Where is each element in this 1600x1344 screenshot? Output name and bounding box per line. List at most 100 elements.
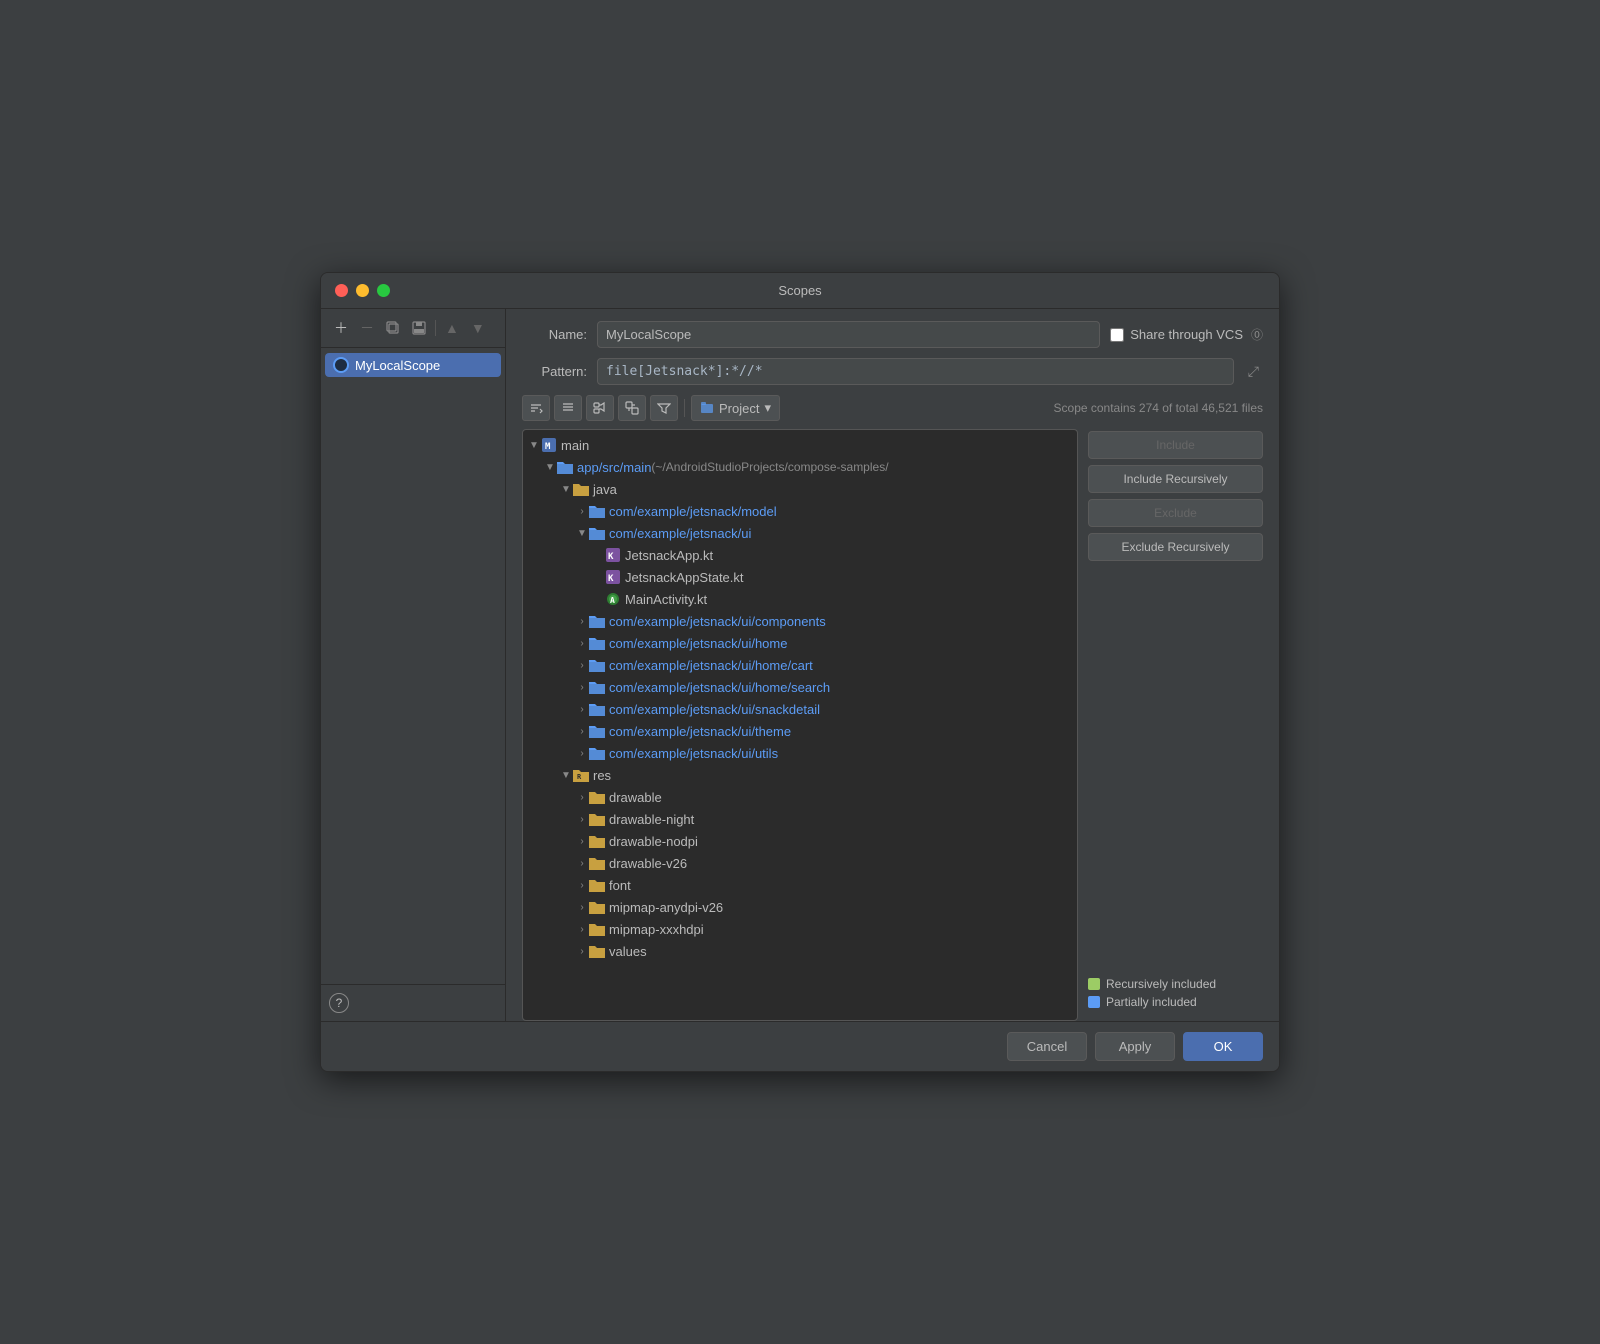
node-icon [589,525,605,541]
tree-node[interactable]: › com/example/jetsnack/ui/components [523,610,1077,632]
ok-button[interactable]: OK [1183,1032,1263,1061]
move-up-button[interactable]: ▲ [440,317,464,339]
filter-button[interactable] [650,395,678,421]
node-text: drawable [609,790,662,805]
scope-icon [333,357,349,373]
apply-button[interactable]: Apply [1095,1032,1175,1061]
node-icon: K [605,547,621,563]
tree-node[interactable]: › com/example/jetsnack/ui/home [523,632,1077,654]
add-scope-button[interactable]: ＋ [329,315,353,341]
tree-node[interactable]: › drawable-night [523,808,1077,830]
tree-node[interactable]: › values [523,940,1077,962]
maximize-button[interactable] [377,284,390,297]
tree-arrow: › [575,746,589,760]
node-icon: K [605,569,621,585]
tree-node[interactable]: K JetsnackAppState.kt [523,566,1077,588]
pattern-input[interactable] [597,358,1234,385]
save-scope-button[interactable] [407,318,431,338]
file-tree[interactable]: ▼ M main▼ app/src/main (~/AndroidStudioP… [522,429,1078,1021]
project-dropdown[interactable]: Project ▾ [691,395,780,421]
copy-scope-button[interactable] [381,318,405,338]
tree-node[interactable]: › com/example/jetsnack/ui/home/cart [523,654,1077,676]
node-text: com/example/jetsnack/ui/utils [609,746,778,761]
svg-text:K: K [608,552,614,562]
tree-arrow: ▼ [575,526,589,540]
node-text: mipmap-anydpi-v26 [609,900,723,915]
tree-arrow: › [575,900,589,914]
tree-node[interactable]: › drawable-nodpi [523,830,1077,852]
move-down-button[interactable]: ▼ [466,317,490,339]
node-text: com/example/jetsnack/model [609,504,777,519]
tree-arrow: › [575,790,589,804]
cancel-button[interactable]: Cancel [1007,1032,1087,1061]
node-icon: A [605,591,621,607]
tree-node[interactable]: › com/example/jetsnack/ui/theme [523,720,1077,742]
tree-arrow: › [575,834,589,848]
tree-node[interactable]: › com/example/jetsnack/ui/utils [523,742,1077,764]
tree-node[interactable]: K JetsnackApp.kt [523,544,1077,566]
node-text: com/example/jetsnack/ui/components [609,614,826,629]
node-icon [589,613,605,629]
pattern-row: Pattern: ⤢ [522,358,1263,385]
tree-node[interactable]: › com/example/jetsnack/ui/home/search [523,676,1077,698]
minimize-button[interactable] [356,284,369,297]
share-vcs-checkbox[interactable] [1110,328,1124,342]
flatten-packages-button[interactable] [586,395,614,421]
collapse-all-button[interactable] [522,395,550,421]
pattern-label: Pattern: [522,364,587,379]
tree-node[interactable]: › font [523,874,1077,896]
tree-node[interactable]: ▼ M main [523,434,1077,456]
tree-node[interactable]: ▼ java [523,478,1077,500]
scope-item-label: MyLocalScope [355,358,440,373]
tree-node[interactable]: A MainActivity.kt [523,588,1077,610]
node-icon: R [573,767,589,783]
tree-node[interactable]: › drawable-v26 [523,852,1077,874]
node-text: com/example/jetsnack/ui/home/search [609,680,830,695]
legend-partially-color [1088,996,1100,1008]
node-text: java [593,482,617,497]
tree-node[interactable]: ▼ com/example/jetsnack/ui [523,522,1077,544]
name-label: Name: [522,327,587,342]
tree-node[interactable]: › mipmap-anydpi-v26 [523,896,1077,918]
tree-arrow: › [575,812,589,826]
tree-toolbar: Project ▾ Scope contains 274 of total 46… [522,395,1263,421]
tree-arrow: ▼ [527,438,541,452]
tree-node[interactable]: › mipmap-xxxhdpi [523,918,1077,940]
exclude-button[interactable]: Exclude [1088,499,1263,527]
show-modules-button[interactable] [618,395,646,421]
scope-item-mylocalscope[interactable]: MyLocalScope [325,353,501,377]
vcs-help-icon: ⓪ [1251,326,1263,343]
tree-node[interactable]: › com/example/jetsnack/model [523,500,1077,522]
expand-all-button[interactable] [554,395,582,421]
include-button[interactable]: Include [1088,431,1263,459]
help-button[interactable]: ? [329,993,349,1013]
legend-recursively-color [1088,978,1100,990]
node-text: com/example/jetsnack/ui [609,526,751,541]
exclude-recursively-button[interactable]: Exclude Recursively [1088,533,1263,561]
main-content: Name: Share through VCS ⓪ Pattern: ⤢ [506,309,1279,1021]
dialog-body: ＋ － ▲ ▼ [321,309,1279,1021]
tree-node[interactable]: › com/example/jetsnack/ui/snackdetail [523,698,1077,720]
node-text: com/example/jetsnack/ui/snackdetail [609,702,820,717]
tree-arrow: ▼ [559,768,573,782]
node-icon [589,745,605,761]
title-bar: Scopes [321,273,1279,309]
node-text: mipmap-xxxhdpi [609,922,704,937]
tree-arrow: › [575,944,589,958]
include-recursively-button[interactable]: Include Recursively [1088,465,1263,493]
tree-arrow: › [575,702,589,716]
name-input[interactable] [597,321,1100,348]
tree-node[interactable]: › drawable [523,786,1077,808]
tree-node[interactable]: ▼ app/src/main (~/AndroidStudioProjects/… [523,456,1077,478]
tree-arrow: ▼ [543,460,557,474]
name-row: Name: Share through VCS ⓪ [522,321,1263,348]
pattern-expand-button[interactable]: ⤢ [1244,359,1263,384]
node-text: main [561,438,589,453]
remove-scope-button[interactable]: － [355,315,379,341]
footer-right: Cancel Apply OK [1007,1032,1263,1061]
toolbar-sep [684,399,685,417]
tree-node[interactable]: ▼ R res [523,764,1077,786]
close-button[interactable] [335,284,348,297]
tree-arrow: › [575,724,589,738]
node-icon: M [541,437,557,453]
